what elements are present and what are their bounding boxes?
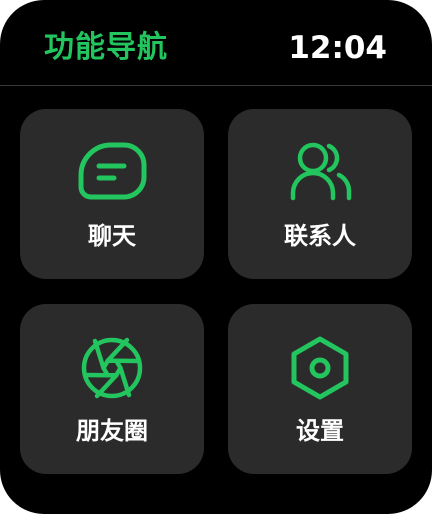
status-header: 功能导航 12:04 [0, 0, 432, 86]
menu-tile-label: 聊天 [88, 222, 136, 250]
clock: 12:04 [288, 30, 387, 66]
page-title: 功能导航 [44, 30, 168, 65]
chat-bubble-icon [77, 138, 147, 208]
menu-tile-label: 联系人 [284, 222, 356, 250]
menu-tile-contacts[interactable]: 联系人 [228, 109, 412, 279]
menu-tile-moments[interactable]: 朋友圈 [20, 304, 204, 474]
aperture-icon [77, 333, 147, 403]
menu-tile-chat[interactable]: 聊天 [20, 109, 204, 279]
menu-tile-label: 朋友圈 [76, 417, 148, 445]
settings-hexagon-icon [285, 333, 355, 403]
menu-tile-label: 设置 [296, 417, 344, 445]
contacts-icon [285, 138, 355, 208]
watch-screen: 功能导航 12:04 聊天 联系人 朋友圈 设置 [0, 0, 432, 514]
menu-tile-settings[interactable]: 设置 [228, 304, 412, 474]
